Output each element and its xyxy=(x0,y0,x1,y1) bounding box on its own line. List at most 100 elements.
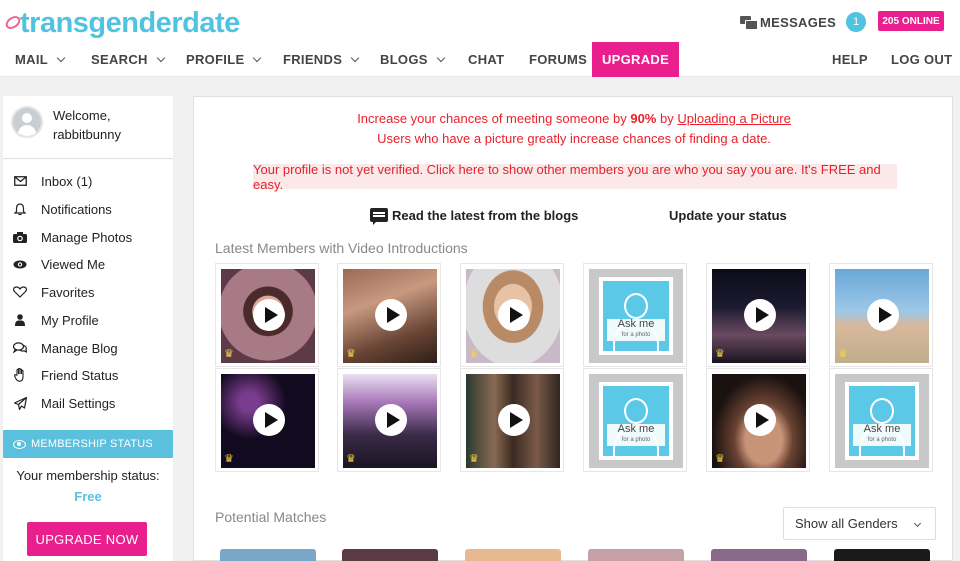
envelope-icon xyxy=(13,174,27,188)
sidebar-item-label: Inbox (1) xyxy=(41,173,93,189)
play-icon xyxy=(375,299,407,331)
photo-frame: Ask me for a photo xyxy=(599,277,673,355)
play-icon xyxy=(375,404,407,436)
play-icon xyxy=(744,299,776,331)
nav-blogs[interactable]: BLOGS xyxy=(380,42,445,77)
match-thumb[interactable] xyxy=(588,549,684,561)
chevron-down-icon xyxy=(913,519,922,528)
promo-prefix: Increase your chances of meeting someone… xyxy=(357,111,631,126)
member-thumb[interactable]: ♛ xyxy=(215,263,319,367)
gender-filter-select[interactable]: Show all Genders xyxy=(783,507,936,540)
nav-forums[interactable]: FORUMS xyxy=(529,42,587,77)
nav-upgrade[interactable]: UPGRADE xyxy=(592,42,679,77)
user-icon xyxy=(13,313,27,327)
ask-me-placeholder: Ask me for a photo xyxy=(589,374,683,468)
sidebar-item-label: Friend Status xyxy=(41,367,119,383)
nav-mail[interactable]: MAIL xyxy=(15,42,66,77)
member-thumb[interactable]: ♛ xyxy=(706,263,810,367)
crown-icon: ♛ xyxy=(224,453,234,465)
member-thumb[interactable]: Ask me for a photo xyxy=(583,263,687,367)
ask-me-text: Ask me for a photo xyxy=(607,319,665,341)
sidebar-item-label: Viewed Me xyxy=(41,256,106,272)
member-thumb[interactable]: ♛ xyxy=(706,368,810,472)
messages-count-badge: 1 xyxy=(846,12,867,32)
heart-icon xyxy=(13,285,27,299)
match-thumb[interactable] xyxy=(834,549,930,561)
verify-profile-notice[interactable]: Your profile is not yet verified. Click … xyxy=(253,162,897,192)
site-logo[interactable]: transgenderdate xyxy=(4,6,240,40)
crown-icon: ♛ xyxy=(346,348,356,360)
sidebar: Welcome, rabbitbunny Inbox (1) Notificat… xyxy=(3,96,173,561)
eye-icon xyxy=(13,439,26,449)
member-thumb[interactable]: ♛ xyxy=(460,368,564,472)
crown-icon: ♛ xyxy=(224,348,234,360)
sidebar-item-viewed-me[interactable]: Viewed Me xyxy=(13,254,105,274)
sidebar-item-photos[interactable]: Manage Photos xyxy=(13,227,132,247)
upload-picture-link[interactable]: Uploading a Picture xyxy=(677,111,790,126)
sidebar-item-label: Mail Settings xyxy=(41,395,116,411)
nav-logout-label: LOG OUT xyxy=(891,52,953,67)
member-thumb[interactable]: ♛ xyxy=(460,263,564,367)
nav-forums-label: FORUMS xyxy=(529,52,588,67)
nav-chat-label: CHAT xyxy=(468,52,505,67)
upgrade-now-button[interactable]: UPGRADE NOW xyxy=(27,522,147,556)
photo-frame: Ask me for a photo xyxy=(599,382,673,460)
sidebar-item-friend-status[interactable]: Friend Status xyxy=(13,365,118,385)
member-photo: ♛ xyxy=(466,374,560,468)
member-thumb[interactable]: ♛ xyxy=(215,368,319,472)
match-thumb[interactable] xyxy=(465,549,561,561)
sidebar-item-inbox[interactable]: Inbox (1) xyxy=(13,171,92,191)
member-thumb[interactable]: ♛ xyxy=(337,368,441,472)
main-nav: MAIL SEARCH PROFILE FRIENDS BLOGS CHAT F… xyxy=(0,42,960,77)
member-photo: ♛ xyxy=(466,269,560,363)
sidebar-item-manage-blog[interactable]: Manage Blog xyxy=(13,338,118,358)
nav-search[interactable]: SEARCH xyxy=(91,42,165,77)
nav-chat[interactable]: CHAT xyxy=(468,42,504,77)
nav-search-label: SEARCH xyxy=(91,52,148,67)
online-count-badge[interactable]: 205 ONLINE xyxy=(878,11,944,31)
member-photo: ♛ xyxy=(343,269,437,363)
match-thumb[interactable] xyxy=(711,549,807,561)
read-blogs-link[interactable]: Read the latest from the blogs xyxy=(370,205,578,225)
sidebar-item-label: My Profile xyxy=(41,312,99,328)
chevron-down-icon xyxy=(436,53,445,62)
avatar[interactable] xyxy=(11,106,43,138)
crown-icon: ♛ xyxy=(469,348,479,360)
update-status-link[interactable]: Update your status xyxy=(669,205,787,225)
sidebar-item-mail-settings[interactable]: Mail Settings xyxy=(13,393,115,413)
ask-me-text: Ask me for a photo xyxy=(853,424,911,446)
member-thumb[interactable]: ♛ xyxy=(829,263,933,367)
sidebar-item-notifications[interactable]: Notifications xyxy=(13,199,112,219)
sidebar-item-label: Notifications xyxy=(41,201,112,217)
nav-profile-label: PROFILE xyxy=(186,52,245,67)
membership-header-label: MEMBERSHIP STATUS xyxy=(31,438,153,450)
camera-icon xyxy=(13,230,27,244)
membership-status-value: Free xyxy=(74,489,102,504)
chevron-down-icon xyxy=(253,53,262,62)
chevron-down-icon xyxy=(156,53,165,62)
ask-me-placeholder: Ask me for a photo xyxy=(835,374,929,468)
photo-frame: Ask me for a photo xyxy=(845,382,919,460)
match-thumb[interactable] xyxy=(342,549,438,561)
promo-middle: by xyxy=(656,111,678,126)
crown-icon: ♛ xyxy=(838,348,848,360)
crown-icon: ♛ xyxy=(715,453,725,465)
sidebar-item-favorites[interactable]: Favorites xyxy=(13,282,94,302)
member-thumb[interactable]: Ask me for a photo xyxy=(583,368,687,472)
messages-link[interactable]: MESSAGES 1 xyxy=(740,12,867,32)
sidebar-divider xyxy=(3,158,173,159)
nav-profile[interactable]: PROFILE xyxy=(186,42,262,77)
nav-help[interactable]: HELP xyxy=(832,42,868,77)
ask-me-text: Ask me for a photo xyxy=(607,424,665,446)
nav-logout[interactable]: LOG OUT xyxy=(891,42,952,77)
username[interactable]: rabbitbunny xyxy=(53,125,121,144)
member-thumb[interactable]: ♛ xyxy=(337,263,441,367)
member-photo: ♛ xyxy=(343,374,437,468)
match-thumb[interactable] xyxy=(220,549,316,561)
play-icon xyxy=(744,404,776,436)
nav-friends[interactable]: FRIENDS xyxy=(283,42,360,77)
messages-icon xyxy=(740,16,758,30)
member-thumb[interactable]: Ask me for a photo xyxy=(829,368,933,472)
sidebar-item-my-profile[interactable]: My Profile xyxy=(13,310,99,330)
welcome-label: Welcome, xyxy=(53,108,111,123)
